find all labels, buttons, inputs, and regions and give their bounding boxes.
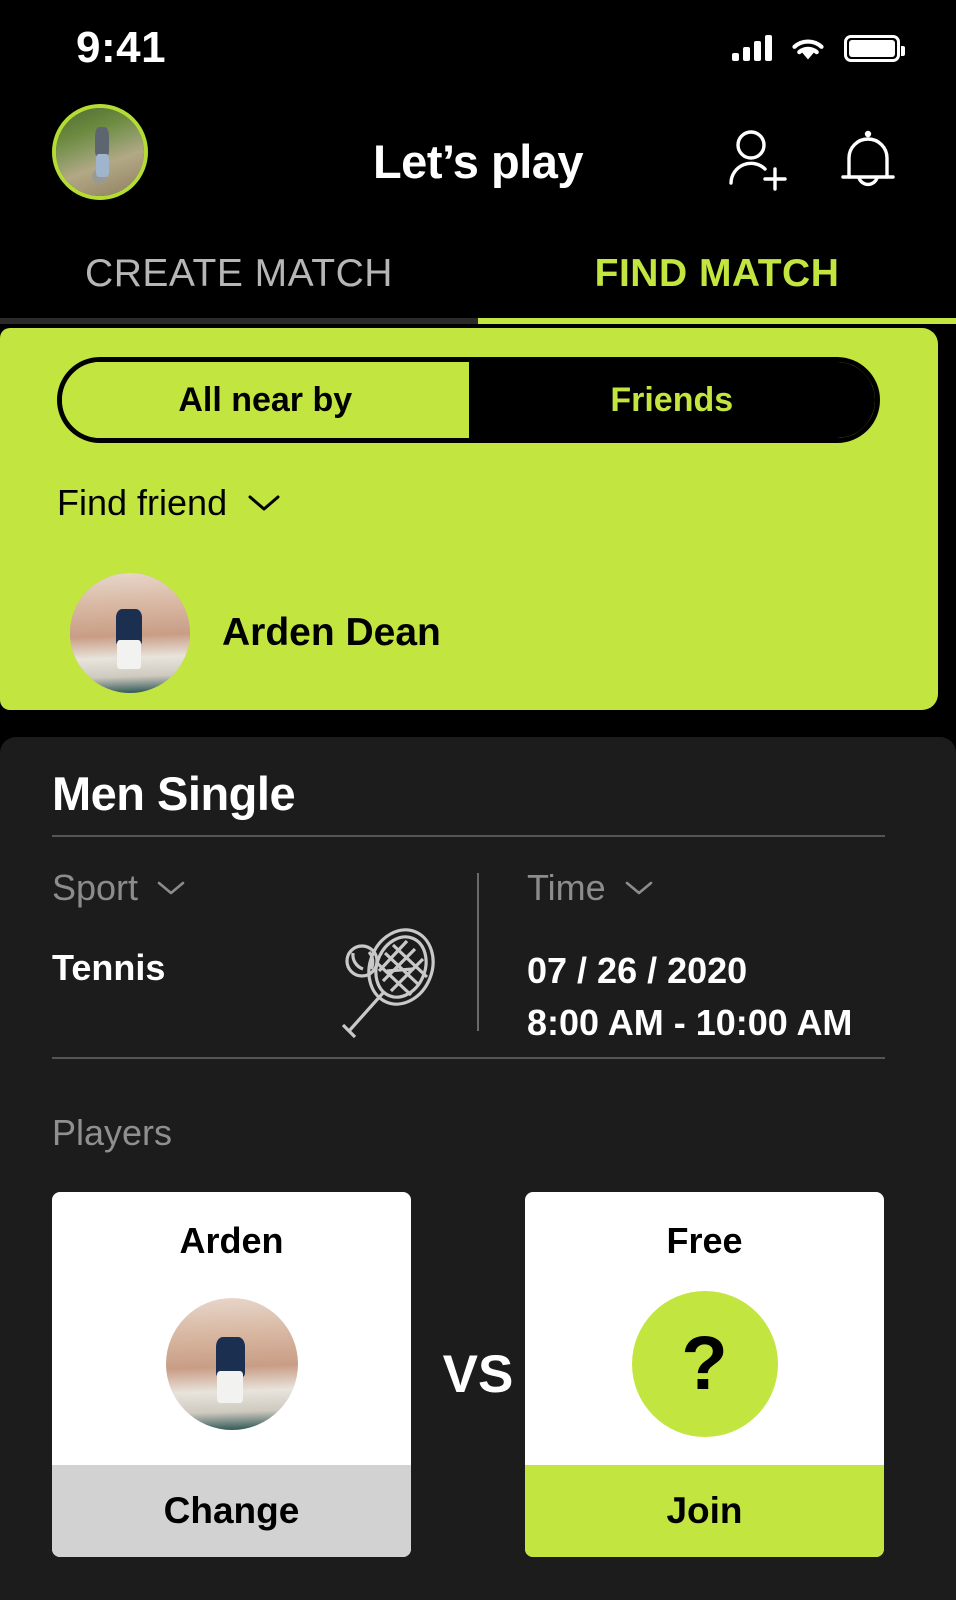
player-avatar <box>165 1297 298 1430</box>
find-friend-dropdown[interactable]: Find friend <box>57 482 281 524</box>
match-time-range: 8:00 AM - 10:00 AM <box>527 1001 853 1043</box>
match-date: 07 / 26 / 2020 <box>527 950 748 991</box>
segment-friends[interactable]: Friends <box>468 362 875 438</box>
time-label: Time <box>527 867 606 908</box>
sport-section: Sport Tennis <box>52 867 452 1039</box>
player-card-home: Arden Change <box>52 1192 411 1557</box>
player-name: Free <box>666 1220 743 1261</box>
notifications-bell-icon[interactable] <box>832 125 904 197</box>
cellular-signal-icon <box>732 35 772 61</box>
sport-label: Sport <box>52 867 139 908</box>
add-friend-icon[interactable] <box>722 125 794 197</box>
tab-underline-active <box>478 318 956 324</box>
status-bar-icons <box>732 34 905 63</box>
player-avatar-wrap <box>52 1262 411 1465</box>
tab-underline-inactive <box>0 318 478 324</box>
match-title: Men Single <box>52 767 296 820</box>
chevron-down-icon <box>625 881 652 895</box>
divider-bottom <box>52 1057 885 1059</box>
filter-panel: All near by Friends Find friend Arden De… <box>0 328 938 710</box>
app-header: Let’s play <box>0 96 956 226</box>
question-mark-avatar: ? <box>631 1290 778 1437</box>
tab-bar: CREATE MATCH FIND MATCH <box>0 226 956 322</box>
player-card-away: Free ? Join <box>525 1192 884 1557</box>
player-name: Arden <box>179 1220 284 1261</box>
friend-result-item[interactable]: Arden Dean <box>70 573 441 693</box>
meta-vertical-divider <box>477 873 479 1031</box>
tab-find-match[interactable]: FIND MATCH <box>478 226 956 322</box>
sport-dropdown[interactable]: Sport <box>52 867 452 909</box>
wifi-icon <box>792 38 824 59</box>
friend-name: Arden Dean <box>222 611 441 654</box>
chevron-down-icon <box>157 881 185 895</box>
time-section: Time 07 / 26 / 2020 8:00 AM - 10:00 AM <box>527 867 917 1046</box>
header-actions <box>722 125 904 197</box>
vs-label: VS <box>442 1345 514 1404</box>
players-row: Arden Change Free ? Join VS <box>0 1192 956 1600</box>
players-label: Players <box>52 1112 173 1153</box>
tab-underline <box>0 318 956 324</box>
match-meta: Sport Tennis Time 07 / 26 / 2020 8:00 AM… <box>0 867 956 1043</box>
change-player-button[interactable]: Change <box>52 1465 411 1557</box>
friend-avatar-photo <box>70 573 190 693</box>
chevron-down-icon <box>248 495 280 511</box>
segment-all-near-by[interactable]: All near by <box>62 362 469 438</box>
player-avatar-wrap: ? <box>525 1262 884 1465</box>
time-dropdown[interactable]: Time <box>527 867 917 909</box>
find-friend-label: Find friend <box>57 482 228 523</box>
player-avatar-photo <box>165 1297 298 1430</box>
scope-segmented-control: All near by Friends <box>57 357 880 443</box>
status-bar: 9:41 <box>0 0 956 96</box>
match-detail-card: Men Single Sport Tennis Time 07 / 26 / 2… <box>0 737 956 1600</box>
divider-top <box>52 835 885 837</box>
tennis-racket-icon <box>341 928 435 1039</box>
tab-create-match[interactable]: CREATE MATCH <box>0 226 478 322</box>
join-match-button[interactable]: Join <box>525 1465 884 1557</box>
status-bar-time: 9:41 <box>76 23 167 72</box>
friend-avatar <box>70 573 190 693</box>
battery-icon <box>844 34 905 62</box>
app-screen: 9:41 Let’s play CREATE MATCH FIND MATCH … <box>0 0 956 1600</box>
